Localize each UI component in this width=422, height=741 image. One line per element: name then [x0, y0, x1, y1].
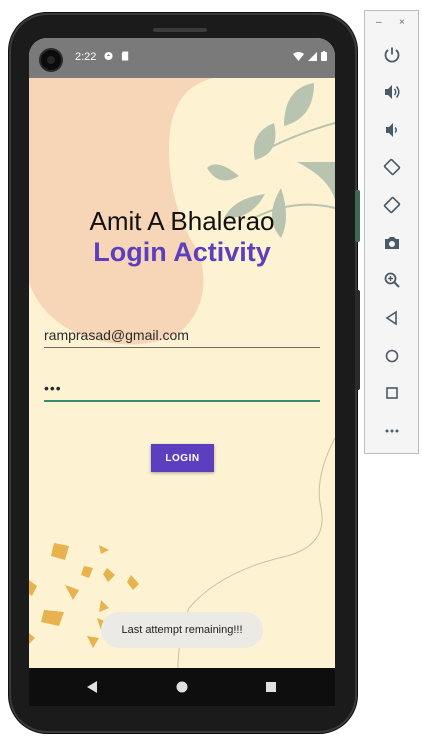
- leaf-1: [253, 123, 276, 160]
- back-icon: [385, 310, 397, 326]
- status-bar: 2:22: [29, 38, 335, 78]
- nav-recents-button[interactable]: [241, 668, 301, 706]
- recents-icon: [266, 682, 276, 692]
- zoom-icon: [384, 272, 400, 288]
- login-button[interactable]: LOGIN: [151, 444, 214, 472]
- leaf-5: [297, 162, 335, 200]
- overview-button[interactable]: [378, 379, 406, 407]
- camera-icon: [385, 237, 399, 249]
- status-time: 2:22: [75, 51, 97, 63]
- screenshot-button[interactable]: [378, 229, 406, 257]
- nav-back-button[interactable]: [62, 668, 122, 706]
- home-icon: [176, 681, 188, 693]
- app-screen: 2:22 Amit A Bhalerao Login Activity ramp…: [29, 38, 335, 706]
- minimize-button[interactable]: –: [376, 17, 382, 28]
- navigation-bar: [29, 668, 335, 706]
- rotate-right-icon: [383, 196, 401, 214]
- rotate-left-icon: [383, 158, 401, 176]
- rotate-left-button[interactable]: [378, 153, 406, 181]
- toast-message: Last attempt remaining!!!: [101, 612, 263, 648]
- power-button[interactable]: [378, 41, 406, 69]
- close-button[interactable]: ×: [399, 17, 405, 28]
- nav-home-button[interactable]: [152, 668, 212, 706]
- power-icon: [384, 47, 400, 63]
- volume-up-icon: [385, 85, 400, 99]
- speaker-slot: [153, 28, 207, 32]
- back-button[interactable]: [378, 304, 406, 332]
- volume-up-button[interactable]: [378, 78, 406, 106]
- status-right-icons: [293, 51, 327, 61]
- leaf-3: [284, 83, 314, 126]
- overview-icon: [386, 387, 398, 399]
- front-camera-icon: [39, 48, 63, 72]
- volume-key[interactable]: [355, 190, 360, 242]
- home-button[interactable]: [378, 342, 406, 370]
- power-key[interactable]: [355, 290, 360, 390]
- zoom-button[interactable]: [378, 266, 406, 294]
- volume-down-button[interactable]: [378, 116, 406, 144]
- page-title: Login Activity: [93, 237, 271, 267]
- signal-icon: [308, 51, 317, 61]
- email-field[interactable]: [44, 327, 320, 348]
- more-button[interactable]: [378, 417, 406, 445]
- leaf-2: [207, 164, 239, 181]
- sd-card-icon: [121, 51, 129, 61]
- curve-line: [177, 437, 335, 706]
- password-field[interactable]: [44, 380, 320, 402]
- more-icon: [385, 429, 399, 433]
- app-title-name: Amit A Bhalerao: [89, 206, 275, 236]
- sync-icon: [104, 51, 113, 61]
- emulator-toolbar: – ×: [364, 10, 419, 454]
- rotate-right-button[interactable]: [378, 191, 406, 219]
- back-icon: [87, 681, 97, 693]
- battery-icon: [321, 51, 327, 61]
- volume-down-icon: [386, 123, 397, 137]
- wifi-icon: [293, 51, 304, 61]
- home-icon: [385, 349, 399, 363]
